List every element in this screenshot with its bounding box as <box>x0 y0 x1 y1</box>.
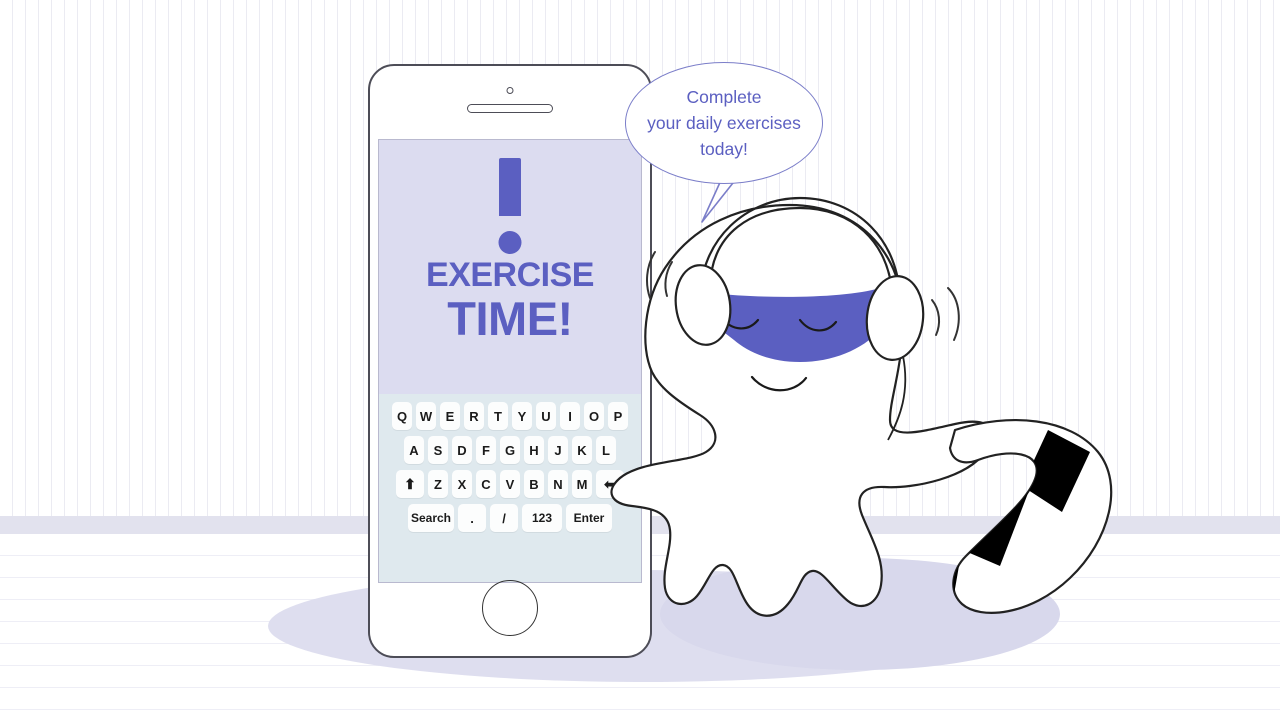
speech-line-1: Complete <box>686 86 762 107</box>
speech-bubble-text: Complete your daily exercises today! <box>637 84 811 163</box>
speech-line-3: today! <box>700 139 748 160</box>
illustration-canvas: Complete your daily exercises today! EXE… <box>0 0 1280 720</box>
speech-bubble: Complete your daily exercises today! <box>625 62 823 184</box>
speech-line-2: your daily exercises <box>647 112 801 133</box>
motion-arc-icon-right <box>931 287 960 341</box>
